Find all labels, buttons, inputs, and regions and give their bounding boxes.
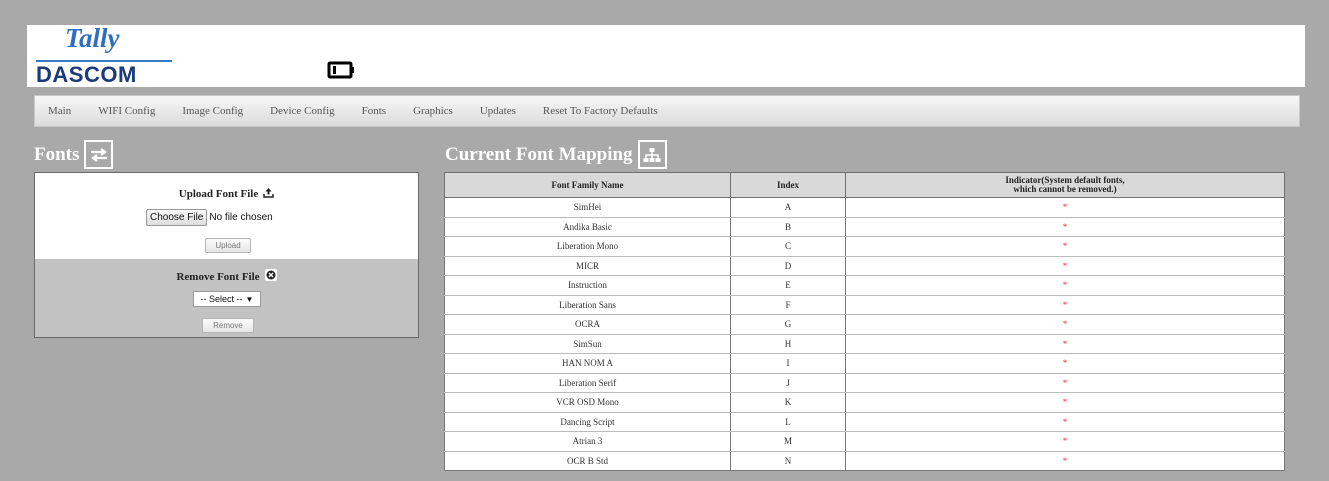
logo-tally-text: Tally <box>65 23 120 53</box>
indicator-cell: * <box>845 373 1285 393</box>
font-family-cell: MICR <box>444 256 731 276</box>
index-cell: C <box>730 236 846 257</box>
font-family-cell: Instruction <box>444 275 731 296</box>
remove-button[interactable]: Remove <box>202 318 254 333</box>
nav-device-config[interactable]: Device Config <box>270 105 334 117</box>
upload-section: Upload Font File Choose File No file cho… <box>35 173 418 259</box>
indicator-cell: * <box>845 392 1285 413</box>
table-row: Liberation Sans F * <box>444 295 1285 315</box>
index-cell: A <box>730 197 846 218</box>
choose-file-button[interactable]: Choose File <box>146 208 208 226</box>
font-family-cell: Liberation Mono <box>444 236 731 257</box>
indicator-cell: * <box>845 256 1285 276</box>
upload-button[interactable]: Upload <box>205 238 251 253</box>
font-family-cell: Liberation Serif <box>444 373 731 393</box>
fonts-title-text: Fonts <box>34 143 80 165</box>
table-row: Liberation Mono C * <box>444 236 1285 257</box>
indicator-cell: * <box>845 197 1285 218</box>
main-nav: Main WIFI Config Image Config Device Con… <box>34 95 1300 127</box>
table-row: HAN NOM A I * <box>444 353 1285 374</box>
font-family-cell: OCR B Std <box>444 451 731 471</box>
font-family-cell: SimSun <box>444 334 731 354</box>
table-row: OCRA G * <box>444 314 1285 335</box>
sitemap-icon[interactable] <box>637 140 667 169</box>
index-cell: I <box>730 353 846 374</box>
font-family-cell: Liberation Sans <box>444 295 731 315</box>
font-file-panel: Upload Font File Choose File No file cho… <box>34 172 419 338</box>
index-cell: L <box>730 412 846 432</box>
font-family-cell: SimHei <box>444 197 731 218</box>
index-cell: F <box>730 295 846 315</box>
table-row: MICR D * <box>444 256 1285 276</box>
nav-updates[interactable]: Updates <box>480 105 516 117</box>
header-bar: Tally DASCOM <box>27 23 1305 87</box>
indicator-cell: * <box>845 451 1285 471</box>
table-row: Dancing Script L * <box>444 412 1285 432</box>
col-indicator: Indicator(System default fonts, which ca… <box>845 172 1285 198</box>
nav-reset-factory-defaults[interactable]: Reset To Factory Defaults <box>543 105 658 117</box>
indicator-cell: * <box>845 314 1285 335</box>
font-family-cell: VCR OSD Mono <box>444 392 731 413</box>
table-row: VCR OSD Mono K * <box>444 392 1285 413</box>
col-index: Index <box>730 172 846 198</box>
chevron-down-icon: ▼ <box>245 294 254 304</box>
nav-wifi-config[interactable]: WIFI Config <box>98 105 155 117</box>
indicator-cell: * <box>845 275 1285 296</box>
remove-heading: Remove Font File <box>35 269 418 284</box>
indicator-cell: * <box>845 295 1285 315</box>
table-row: SimHei A * <box>444 197 1285 218</box>
table-row: Atrian 3 M * <box>444 431 1285 452</box>
table-row: Liberation Serif J * <box>444 373 1285 393</box>
indicator-cell: * <box>845 353 1285 374</box>
mapping-section-title: Current Font Mapping <box>445 140 667 169</box>
indicator-cell: * <box>845 412 1285 432</box>
font-family-cell: Atrian 3 <box>444 431 731 452</box>
index-cell: B <box>730 217 846 237</box>
font-family-cell: HAN NOM A <box>444 353 731 374</box>
index-cell: M <box>730 431 846 452</box>
index-cell: J <box>730 373 846 393</box>
index-cell: G <box>730 314 846 335</box>
font-select-dropdown[interactable]: -- Select -- ▼ <box>193 291 261 307</box>
remove-heading-text: Remove Font File <box>176 270 260 283</box>
select-value: -- Select -- <box>200 294 243 304</box>
file-status-text: No file chosen <box>209 211 273 223</box>
nav-main[interactable]: Main <box>48 105 71 117</box>
index-cell: K <box>730 392 846 413</box>
nav-fonts[interactable]: Fonts <box>362 105 386 117</box>
battery-icon <box>327 61 357 79</box>
nav-graphics[interactable]: Graphics <box>413 105 453 117</box>
table-row: OCR B Std N * <box>444 451 1285 471</box>
index-cell: N <box>730 451 846 471</box>
upload-heading: Upload Font File <box>35 187 418 201</box>
col-indicator-line2: which cannot be removed.) <box>1013 184 1117 194</box>
fonts-section-title: Fonts <box>34 140 114 169</box>
index-cell: H <box>730 334 846 354</box>
file-input[interactable]: Choose File No file chosen <box>146 207 314 227</box>
table-row: SimSun H * <box>444 334 1285 354</box>
remove-circle-icon <box>264 269 277 284</box>
swap-arrows-icon[interactable] <box>84 140 114 169</box>
font-family-cell: OCRA <box>444 314 731 335</box>
logo-dascom-text: DASCOM <box>36 62 137 87</box>
upload-heading-text: Upload Font File <box>178 188 259 200</box>
indicator-cell: * <box>845 236 1285 257</box>
index-cell: E <box>730 275 846 296</box>
table-header-row: Font Family Name Index Indicator(System … <box>444 172 1285 198</box>
font-mapping-table: Font Family Name Index Indicator(System … <box>444 172 1285 471</box>
col-font-family-name: Font Family Name <box>444 172 731 198</box>
table-row: Andika Basic B * <box>444 217 1285 237</box>
upload-icon <box>263 187 274 201</box>
indicator-cell: * <box>845 431 1285 452</box>
mapping-title-text: Current Font Mapping <box>445 143 633 165</box>
indicator-cell: * <box>845 217 1285 237</box>
table-row: Instruction E * <box>444 275 1285 296</box>
font-family-cell: Dancing Script <box>444 412 731 432</box>
index-cell: D <box>730 256 846 276</box>
tally-dascom-logo[interactable]: Tally DASCOM <box>34 23 174 87</box>
nav-image-config[interactable]: Image Config <box>182 105 243 117</box>
indicator-cell: * <box>845 334 1285 354</box>
font-family-cell: Andika Basic <box>444 217 731 237</box>
